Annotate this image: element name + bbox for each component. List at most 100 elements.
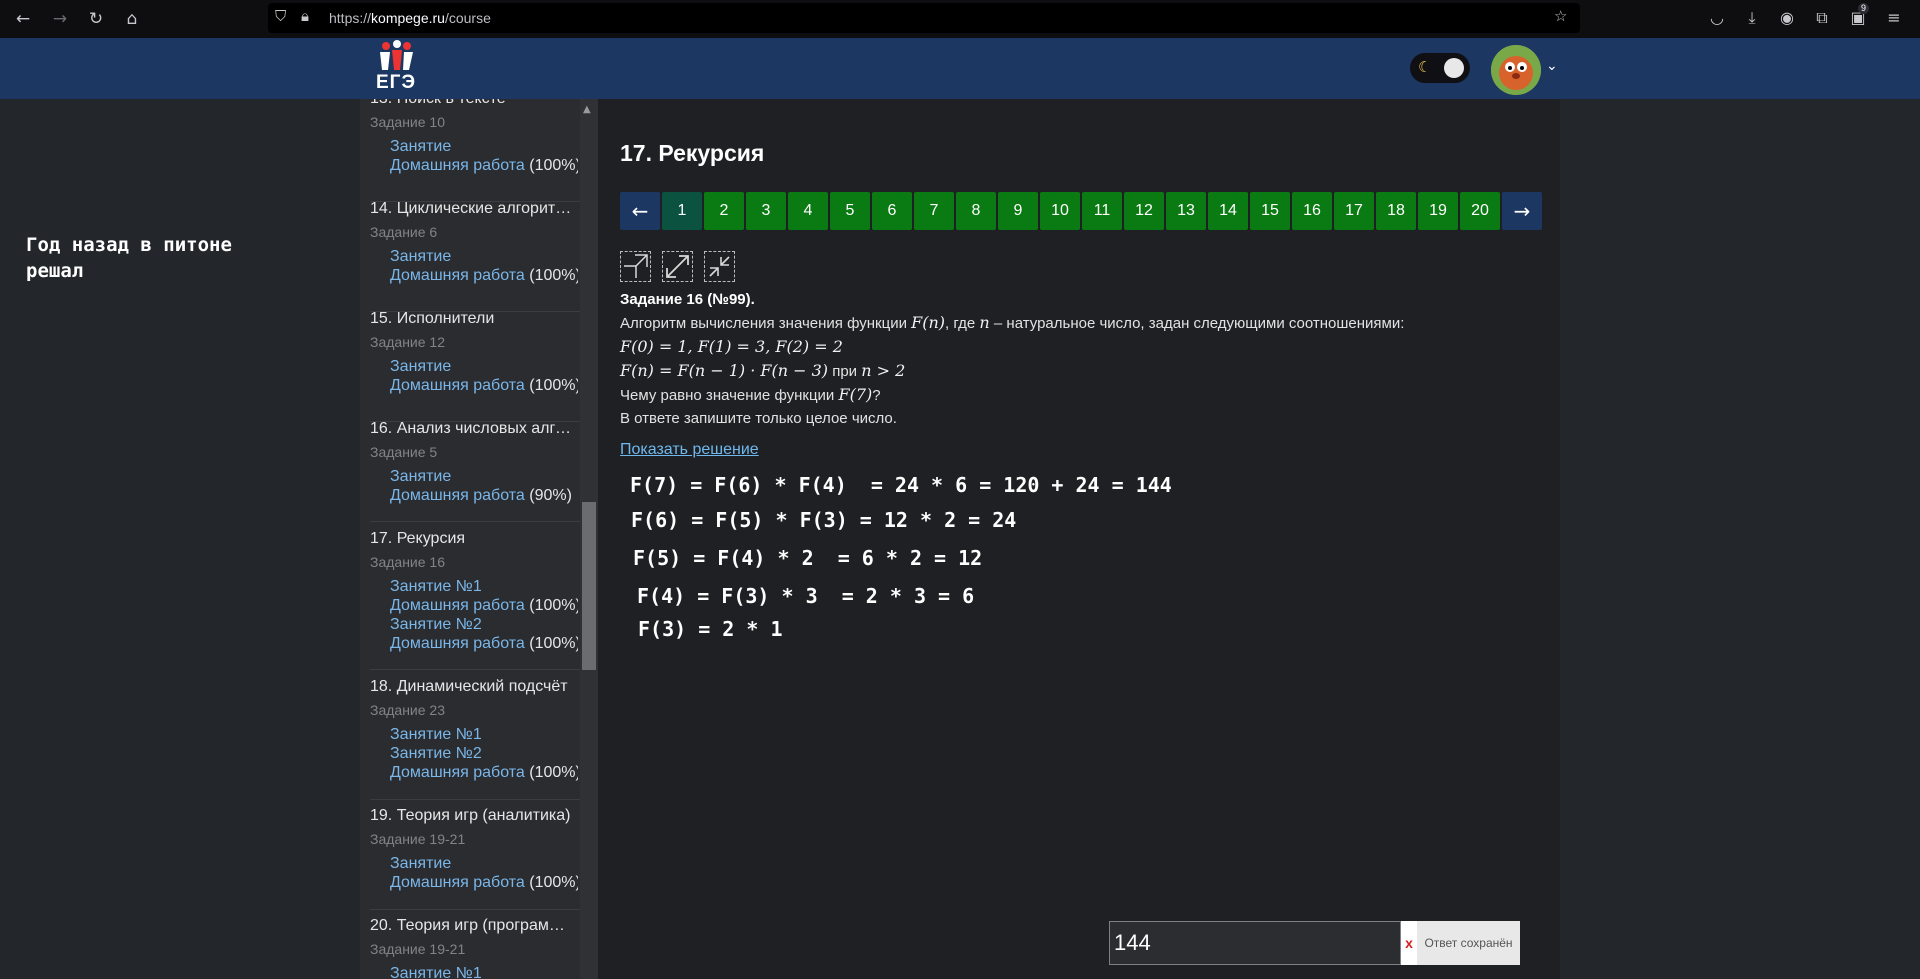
sidebar-link[interactable]: Домашняя работа (100%) [390, 873, 578, 892]
sidebar-link[interactable]: Занятие [390, 357, 578, 376]
pager-page-button[interactable]: 13 [1166, 192, 1206, 230]
logo-text[interactable]: ЕГЭ [376, 72, 416, 94]
task-heading: Задание 16 (№99). [620, 291, 755, 308]
link-label[interactable]: Занятие [390, 248, 451, 265]
sidebar-section-title[interactable]: 19. Теория игр (аналитика) [370, 806, 574, 826]
link-label[interactable]: Занятие №2 [390, 616, 482, 633]
link-label[interactable]: Домашняя работа [390, 764, 525, 781]
pocket-icon[interactable]: ◡ [1707, 8, 1727, 28]
pager-page-button[interactable]: 8 [956, 192, 996, 230]
pager-page-button[interactable]: 5 [830, 192, 870, 230]
sidebar-section-sub: Задание 16 [370, 554, 445, 570]
extensions-icon[interactable]: ⧉ [1812, 8, 1832, 28]
link-label[interactable]: Домашняя работа [390, 874, 525, 891]
answer-input[interactable]: 144 [1109, 921, 1401, 965]
pager-page-button[interactable]: 19 [1418, 192, 1458, 230]
sidebar-link[interactable]: Занятие [390, 854, 578, 873]
pager-page-button[interactable]: 2 [704, 192, 744, 230]
link-pct: (100%) [524, 267, 578, 284]
forward-icon[interactable]: → [49, 8, 71, 30]
sidebar-link[interactable]: Занятие №1 [390, 964, 578, 979]
course-sidebar: 13. Поиск в тексте Задание 10 Занятие До… [360, 99, 598, 979]
link-label[interactable]: Занятие [390, 358, 451, 375]
link-label[interactable]: Домашняя работа [390, 487, 525, 504]
sidebar-link[interactable]: Занятие [390, 467, 578, 486]
sidebar-link[interactable]: Домашняя работа (100%) [390, 596, 578, 615]
link-label[interactable]: Занятие №1 [390, 726, 482, 743]
pager-page-button[interactable]: 12 [1124, 192, 1164, 230]
sidebar-link[interactable]: Домашняя работа (90%) [390, 486, 578, 505]
link-label[interactable]: Домашняя работа [390, 157, 525, 174]
pager-page-button[interactable]: 18 [1376, 192, 1416, 230]
sidebar-link[interactable]: Домашняя работа (100%) [390, 266, 578, 285]
reload-icon[interactable]: ↻ [85, 8, 107, 30]
sidebar-link[interactable]: Занятие №2 [390, 615, 578, 634]
menu-icon[interactable]: ≡ [1884, 8, 1904, 28]
shield-icon[interactable]: ⛉ [275, 7, 286, 25]
sidebar-section-title[interactable]: 14. Циклические алгоритмы [370, 199, 574, 219]
link-label[interactable]: Занятие [390, 138, 451, 155]
account-icon[interactable]: ◉ [1777, 8, 1797, 28]
link-label[interactable]: Занятие [390, 855, 451, 872]
scroll-up-icon[interactable]: ▲ [583, 104, 591, 115]
show-solution-link[interactable]: Показать решение [620, 441, 759, 459]
pager-page-button[interactable]: 7 [914, 192, 954, 230]
shrink-icon[interactable] [620, 251, 651, 282]
sidebar-section-title[interactable]: 13. Поиск в тексте [370, 99, 574, 109]
pager-page-button[interactable]: 1 [662, 192, 702, 230]
url-text[interactable]: https://kompege.ru/course [329, 10, 491, 26]
back-icon[interactable]: ← [12, 8, 34, 30]
download-icon[interactable]: ⤓ [1742, 8, 1762, 28]
link-label[interactable]: Домашняя работа [390, 597, 525, 614]
lock-icon[interactable]: 🔒︎ [301, 7, 309, 25]
pager-prev-button[interactable]: ← [620, 192, 660, 230]
link-label[interactable]: Занятие №2 [390, 745, 482, 762]
link-label[interactable]: Домашняя работа [390, 377, 525, 394]
task-text-part: , где [945, 315, 980, 332]
chevron-down-icon[interactable]: ⌄ [1546, 58, 1558, 74]
sidebar-link[interactable]: Домашняя работа (100%) [390, 763, 578, 782]
sidebar-link[interactable]: Занятие №1 [390, 577, 578, 596]
sidebar-link[interactable]: Занятие [390, 247, 578, 266]
avatar[interactable] [1491, 45, 1541, 95]
sidebar-link[interactable]: Домашняя работа (100%) [390, 376, 578, 395]
link-pct: (100%) [524, 764, 578, 781]
pager-page-button[interactable]: 16 [1292, 192, 1332, 230]
sidebar-link[interactable]: Домашняя работа (100%) [390, 156, 578, 175]
pager-page-button[interactable]: 6 [872, 192, 912, 230]
sidebar-section-title[interactable]: 16. Анализ числовых алгоритмов [370, 419, 574, 439]
pager-page-button[interactable]: 10 [1040, 192, 1080, 230]
theme-toggle[interactable]: ☾ [1410, 53, 1470, 83]
sidebar-link[interactable]: Домашняя работа (100%) [390, 634, 578, 653]
pager-page-button[interactable]: 20 [1460, 192, 1500, 230]
sidebar-section-title[interactable]: 20. Теория игр (программирование) [370, 916, 574, 936]
sidebar-section-sub: Задание 19-21 [370, 831, 466, 847]
pager-next-button[interactable]: → [1502, 192, 1542, 230]
link-label[interactable]: Домашняя работа [390, 267, 525, 284]
link-label[interactable]: Домашняя работа [390, 635, 525, 652]
collapse-icon[interactable] [704, 251, 735, 282]
sidebar-section-title[interactable]: 17. Рекурсия [370, 529, 574, 549]
pager-page-button[interactable]: 14 [1208, 192, 1248, 230]
task-line: Чему равно значение функции F(7)? [620, 383, 1540, 407]
pager-page-button[interactable]: 9 [998, 192, 1038, 230]
sidebar-section-title[interactable]: 15. Исполнители [370, 309, 574, 329]
sidebar-link[interactable]: Занятие №1 [390, 725, 578, 744]
link-label[interactable]: Занятие №1 [390, 578, 482, 595]
clear-answer-button[interactable]: x [1401, 921, 1417, 965]
scrollbar-thumb[interactable] [582, 502, 596, 670]
bookmark-star-icon[interactable]: ☆ [1554, 7, 1567, 25]
home-icon[interactable]: ⌂ [121, 8, 143, 30]
pager-page-button[interactable]: 17 [1334, 192, 1374, 230]
pager-page-button[interactable]: 11 [1082, 192, 1122, 230]
pager-page-button[interactable]: 4 [788, 192, 828, 230]
pager-page-button[interactable]: 3 [746, 192, 786, 230]
sidebar-link[interactable]: Занятие №2 [390, 744, 578, 763]
sidebar-link[interactable]: Занятие [390, 137, 578, 156]
sidebar-section-title[interactable]: 18. Динамический подсчёт [370, 677, 574, 697]
expand-icon[interactable] [662, 251, 693, 282]
pager-page-button[interactable]: 15 [1250, 192, 1290, 230]
link-label[interactable]: Занятие [390, 468, 451, 485]
url-bar[interactable]: ⛉ 🔒︎ https://kompege.ru/course ☆ [268, 3, 1580, 33]
link-label[interactable]: Занятие №1 [390, 965, 482, 979]
